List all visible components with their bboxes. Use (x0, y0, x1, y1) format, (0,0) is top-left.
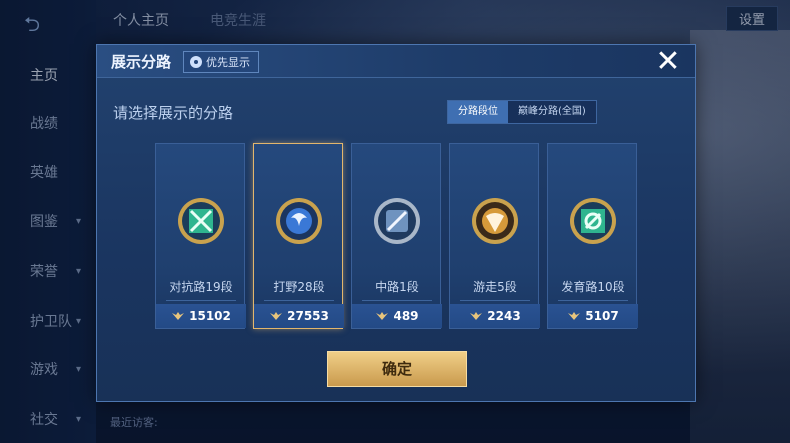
lane-card-jungle[interactable]: 打野28段 27553 (253, 143, 344, 329)
lane-card-roam[interactable]: 游走5段 2243 (449, 143, 540, 329)
wings-icon (568, 312, 581, 320)
card-divider (460, 300, 530, 301)
priority-display-tag[interactable]: 优先显示 (183, 51, 259, 73)
lane-rank-label: 游走5段 (473, 280, 517, 294)
lane-points: 5107 (548, 304, 638, 328)
lane-card-farm[interactable]: 发育路10段 5107 (547, 143, 638, 329)
priority-display-label: 优先显示 (206, 56, 250, 69)
lane-card-clash[interactable]: 对抗路19段 15102 (155, 143, 246, 329)
lane-points-value: 2243 (487, 309, 521, 323)
lane-points: 489 (352, 304, 442, 328)
lane-rank-label: 发育路10段 (561, 280, 625, 294)
gear-icon (190, 56, 202, 68)
lane-points-value: 27553 (287, 309, 329, 323)
lane-display-modal: 展示分路 优先显示 ✕ 请选择展示的分路 分路段位 巅峰分路(全国) 对抗路19… (96, 44, 696, 402)
card-divider (362, 300, 432, 301)
lane-card-mid[interactable]: 中路1段 489 (351, 143, 442, 329)
lane-rank-label: 打野28段 (273, 280, 325, 294)
modal-subtitle: 请选择展示的分路 (113, 104, 234, 122)
roam-emblem-icon (472, 198, 518, 244)
wings-icon (376, 312, 389, 320)
lane-points-value: 5107 (585, 309, 619, 323)
close-icon[interactable]: ✕ (653, 47, 683, 77)
lane-points-value: 15102 (189, 309, 231, 323)
modal-title: 展示分路 (111, 53, 172, 71)
jungle-emblem-icon (276, 198, 322, 244)
wings-icon (470, 312, 483, 320)
wings-icon (172, 312, 185, 320)
lane-rank-label: 对抗路19段 (169, 280, 233, 294)
clash-lane-emblem-icon (178, 198, 224, 244)
wings-icon (270, 312, 283, 320)
card-divider (166, 300, 236, 301)
confirm-button[interactable]: 确定 (327, 351, 467, 387)
lane-cards: 对抗路19段 15102 打野28段 27553 中路1段 489 游走5段 2… (155, 143, 641, 329)
lane-points-value: 489 (393, 309, 419, 323)
lane-rank-label: 中路1段 (375, 280, 419, 294)
card-divider (264, 300, 334, 301)
tab-peak-lane-national[interactable]: 巅峰分路(全国) (508, 101, 596, 123)
lane-points: 15102 (156, 304, 246, 328)
farm-lane-emblem-icon (570, 198, 616, 244)
mid-lane-emblem-icon (374, 198, 420, 244)
modal-header: 展示分路 优先显示 ✕ (97, 45, 695, 78)
rank-type-toggle: 分路段位 巅峰分路(全国) (447, 100, 597, 124)
lane-points: 2243 (450, 304, 540, 328)
tab-lane-rank[interactable]: 分路段位 (448, 101, 508, 123)
lane-points: 27553 (254, 304, 344, 328)
card-divider (558, 300, 628, 301)
